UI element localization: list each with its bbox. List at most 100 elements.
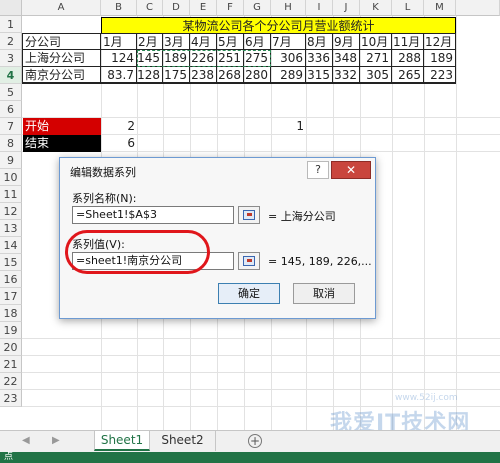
- series-values-collapse-button[interactable]: [238, 252, 260, 270]
- table-cell[interactable]: 315: [306, 67, 333, 84]
- column-header-i[interactable]: I: [306, 0, 333, 16]
- tab-sheet1[interactable]: Sheet1: [94, 431, 150, 451]
- close-button[interactable]: ✕: [331, 161, 371, 179]
- row-header-11[interactable]: 11: [0, 186, 22, 203]
- table-cell[interactable]: 238: [190, 67, 217, 84]
- header-cell[interactable]: 2月: [137, 33, 163, 50]
- gridline: [456, 16, 457, 430]
- table-cell[interactable]: 265: [392, 67, 424, 84]
- row-header-8[interactable]: 8: [0, 135, 22, 152]
- header-cell[interactable]: 4月: [190, 33, 217, 50]
- select-all-corner[interactable]: [0, 0, 22, 16]
- ok-button[interactable]: 确定: [218, 283, 280, 304]
- chart-title-cell[interactable]: 某物流公司各个分公司月营业额统计: [101, 17, 456, 34]
- table-cell[interactable]: 280: [244, 67, 271, 84]
- table-cell[interactable]: 305: [360, 67, 392, 84]
- row-header-7[interactable]: 7: [0, 118, 22, 135]
- tab-prev-icon[interactable]: ◀: [22, 435, 30, 446]
- header-cell[interactable]: 8月: [306, 33, 333, 50]
- table-cell[interactable]: 348: [333, 50, 360, 67]
- row-header-14[interactable]: 14: [0, 237, 22, 254]
- row-header-4[interactable]: 4: [0, 67, 22, 84]
- header-cell[interactable]: 分公司: [22, 33, 101, 50]
- header-cell[interactable]: 9月: [333, 33, 360, 50]
- table-cell[interactable]: 271: [360, 50, 392, 67]
- column-header-b[interactable]: B: [101, 0, 137, 16]
- watermark-url: www.52ij.com: [395, 393, 458, 403]
- header-cell[interactable]: 3月: [163, 33, 190, 50]
- series-name-input[interactable]: =Sheet1!$A$3: [72, 206, 234, 224]
- table-cell[interactable]: 124: [101, 50, 137, 67]
- header-cell[interactable]: 10月: [360, 33, 392, 50]
- row-header-3[interactable]: 3: [0, 50, 22, 67]
- header-cell[interactable]: 11月: [392, 33, 424, 50]
- column-header-c[interactable]: C: [137, 0, 163, 16]
- series-values-input[interactable]: =sheet1!南京分公司: [72, 252, 234, 270]
- table-cell[interactable]: 83.7: [101, 67, 137, 84]
- row-header-17[interactable]: 17: [0, 288, 22, 305]
- row-header-5[interactable]: 5: [0, 84, 22, 101]
- column-header-m[interactable]: M: [424, 0, 456, 16]
- cancel-button[interactable]: 取消: [293, 283, 355, 304]
- table-cell[interactable]: 上海分公司: [22, 50, 101, 67]
- row-header-2[interactable]: 2: [0, 33, 22, 50]
- start-h-cell[interactable]: 1: [271, 118, 306, 135]
- row-header-15[interactable]: 15: [0, 254, 22, 271]
- series-name-preview: = 上海分公司: [268, 210, 336, 223]
- table-cell[interactable]: 336: [306, 50, 333, 67]
- row-header-6[interactable]: 6: [0, 101, 22, 118]
- start-value-cell[interactable]: 2: [101, 118, 137, 135]
- row-header-1[interactable]: 1: [0, 16, 22, 33]
- row-header-22[interactable]: 22: [0, 373, 22, 390]
- sheet-tab-bar: ◀ ▶ Sheet1 Sheet2 +: [0, 430, 500, 452]
- gridline: [22, 389, 500, 390]
- column-header-l[interactable]: L: [392, 0, 424, 16]
- tab-next-icon[interactable]: ▶: [52, 435, 60, 446]
- column-header-j[interactable]: J: [333, 0, 360, 16]
- table-cell[interactable]: 128: [137, 67, 163, 84]
- start-label-cell[interactable]: 开始: [23, 118, 101, 135]
- table-cell[interactable]: 268: [217, 67, 244, 84]
- row-header-10[interactable]: 10: [0, 169, 22, 186]
- row-header-13[interactable]: 13: [0, 220, 22, 237]
- table-cell[interactable]: 175: [163, 67, 190, 84]
- row-header-16[interactable]: 16: [0, 271, 22, 288]
- end-value-cell[interactable]: 6: [101, 135, 137, 152]
- tab-sheet2[interactable]: Sheet2: [150, 431, 216, 451]
- end-label-cell[interactable]: 结束: [23, 135, 101, 152]
- column-header-d[interactable]: D: [163, 0, 190, 16]
- column-header-g[interactable]: G: [244, 0, 271, 16]
- table-cell[interactable]: 332: [333, 67, 360, 84]
- row-header-19[interactable]: 19: [0, 322, 22, 339]
- header-cell[interactable]: 5月: [217, 33, 244, 50]
- gridline: [22, 372, 500, 373]
- table-cell[interactable]: 南京分公司: [22, 67, 101, 84]
- header-cell[interactable]: 6月: [244, 33, 271, 50]
- help-button[interactable]: ?: [307, 161, 329, 179]
- table-cell[interactable]: 288: [392, 50, 424, 67]
- header-cell[interactable]: 7月: [271, 33, 306, 50]
- row-header-21[interactable]: 21: [0, 356, 22, 373]
- column-header-f[interactable]: F: [217, 0, 244, 16]
- row-header-9[interactable]: 9: [0, 152, 22, 169]
- table-cell[interactable]: 306: [271, 50, 306, 67]
- column-header-k[interactable]: K: [360, 0, 392, 16]
- table-cell[interactable]: 189: [424, 50, 456, 67]
- range-select-icon: [243, 256, 255, 266]
- table-cell[interactable]: 289: [271, 67, 306, 84]
- table-cell[interactable]: 223: [424, 67, 456, 84]
- header-cell[interactable]: 12月: [424, 33, 456, 50]
- column-header-e[interactable]: E: [190, 0, 217, 16]
- series-name-collapse-button[interactable]: [238, 206, 260, 224]
- header-cell[interactable]: 1月: [101, 33, 137, 50]
- row-header-20[interactable]: 20: [0, 339, 22, 356]
- row-header-18[interactable]: 18: [0, 305, 22, 322]
- add-sheet-icon[interactable]: +: [248, 434, 262, 448]
- column-header-a[interactable]: A: [22, 0, 101, 16]
- row-header-23[interactable]: 23: [0, 390, 22, 407]
- column-header-h[interactable]: H: [271, 0, 306, 16]
- copy-marquee: [137, 50, 271, 67]
- edit-series-dialog: 编辑数据系列 ? ✕ 系列名称(N): =Sheet1!$A$3 = 上海分公司…: [59, 157, 376, 319]
- status-text: 点: [4, 452, 14, 462]
- row-header-12[interactable]: 12: [0, 203, 22, 220]
